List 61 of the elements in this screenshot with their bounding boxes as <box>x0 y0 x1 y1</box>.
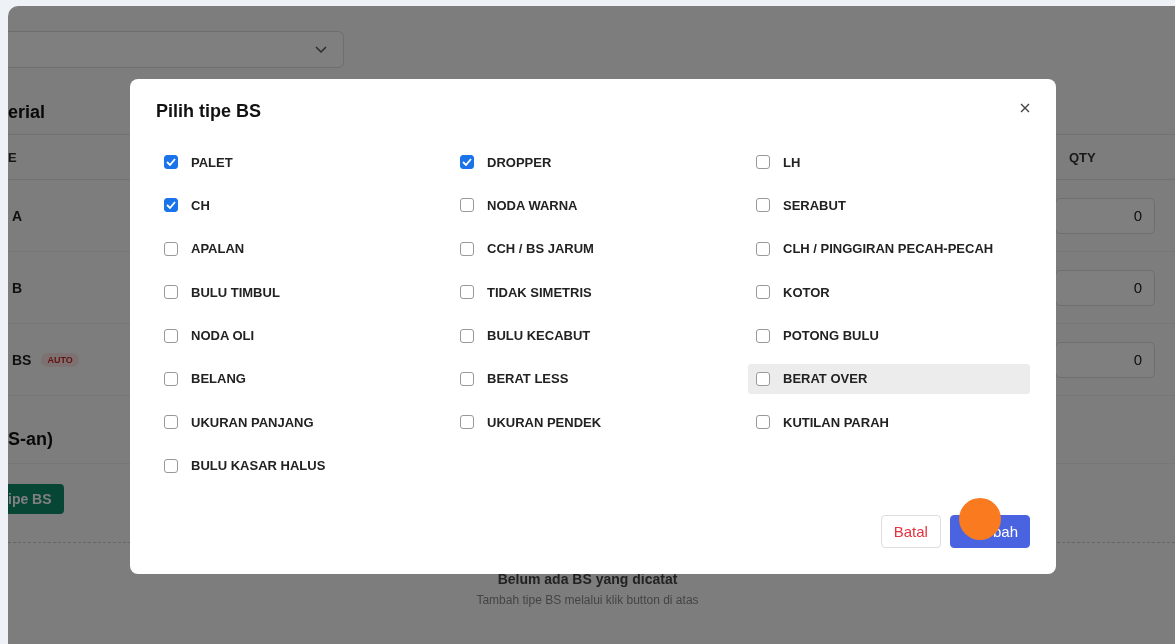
chevron-down-icon <box>315 46 327 54</box>
checkbox[interactable] <box>460 371 474 386</box>
checkbox-option[interactable]: SERABUT <box>748 190 1030 221</box>
checkbox-option[interactable]: APALAN <box>156 233 452 264</box>
section-title: erial <box>8 101 46 124</box>
checkbox-option[interactable]: BULU KECABUT <box>452 320 748 351</box>
checkbox[interactable] <box>460 155 474 169</box>
checkbox-option[interactable]: KOTOR <box>748 277 1030 308</box>
checkbox[interactable] <box>756 328 770 343</box>
checkbox-option[interactable]: NODA WARNA <box>452 190 748 221</box>
checkbox[interactable] <box>460 198 474 213</box>
checkbox[interactable] <box>756 415 770 430</box>
checkbox-option[interactable]: PALET <box>156 147 452 177</box>
checkbox-option[interactable]: TIDAK SIMETRIS <box>452 277 748 308</box>
checkbox-option[interactable]: CLH / PINGGIRAN PECAH-PECAH <box>748 233 1030 264</box>
checkbox[interactable] <box>460 328 474 343</box>
checkbox-option[interactable]: UKURAN PENDEK <box>452 407 748 438</box>
checkbox[interactable] <box>164 371 178 386</box>
column-header: QTY <box>1068 149 1096 165</box>
row-label: A <box>11 207 23 224</box>
checkbox-option[interactable]: POTONG BULU <box>748 320 1030 351</box>
checkbox[interactable] <box>164 241 178 256</box>
checkbox-option[interactable]: NODA OLI <box>156 320 452 351</box>
checkbox[interactable] <box>756 371 770 386</box>
checkbox[interactable] <box>164 285 178 300</box>
checkbox[interactable] <box>460 285 474 300</box>
checkbox[interactable] <box>164 155 178 169</box>
empty-state-title: Belum ada BS yang dicatat <box>496 571 679 587</box>
auto-badge: AUTO <box>41 352 79 367</box>
select-field[interactable] <box>8 31 344 68</box>
checkbox[interactable] <box>460 415 474 430</box>
checkbox-option[interactable]: BULU TIMBUL <box>156 277 452 308</box>
checkbox[interactable] <box>164 415 178 430</box>
checkbox[interactable] <box>164 198 178 213</box>
row-label: BS <box>11 351 32 368</box>
checkbox[interactable] <box>460 241 474 256</box>
checkbox-option[interactable]: BULU KASAR HALUS <box>156 450 452 481</box>
column-header: E <box>8 149 17 165</box>
checkbox[interactable] <box>164 458 178 473</box>
qty-input[interactable]: 0 <box>1055 269 1155 306</box>
dialog-title: Pilih tipe BS <box>156 101 261 122</box>
checkbox[interactable] <box>756 285 770 300</box>
qty-input[interactable]: 0 <box>1055 341 1155 378</box>
qty-input[interactable]: 0 <box>1055 197 1155 234</box>
dialog-button[interactable]: Batal <box>880 515 941 548</box>
close-icon[interactable] <box>1020 103 1030 113</box>
checkbox[interactable] <box>164 328 178 343</box>
row-label: B <box>11 279 23 296</box>
section-title: S-an) <box>8 428 53 451</box>
checkbox[interactable] <box>756 155 770 169</box>
checkbox-option[interactable]: DROPPER <box>452 147 748 177</box>
checkbox-option[interactable]: KUTILAN PARAH <box>748 407 1030 438</box>
checkbox[interactable] <box>756 198 770 213</box>
checkbox-option[interactable]: BELANG <box>156 363 452 394</box>
checkbox-option[interactable]: CH <box>156 190 452 221</box>
checkbox-option[interactable]: UKURAN PANJANG <box>156 407 452 438</box>
checkbox[interactable] <box>756 241 770 256</box>
checkbox-option[interactable]: BERAT OVER <box>748 363 1030 394</box>
checkbox-option[interactable]: LH <box>748 147 1030 177</box>
checkbox-option[interactable]: CCH / BS JARUM <box>452 233 748 264</box>
checkbox-option[interactable]: BERAT LESS <box>452 363 748 394</box>
